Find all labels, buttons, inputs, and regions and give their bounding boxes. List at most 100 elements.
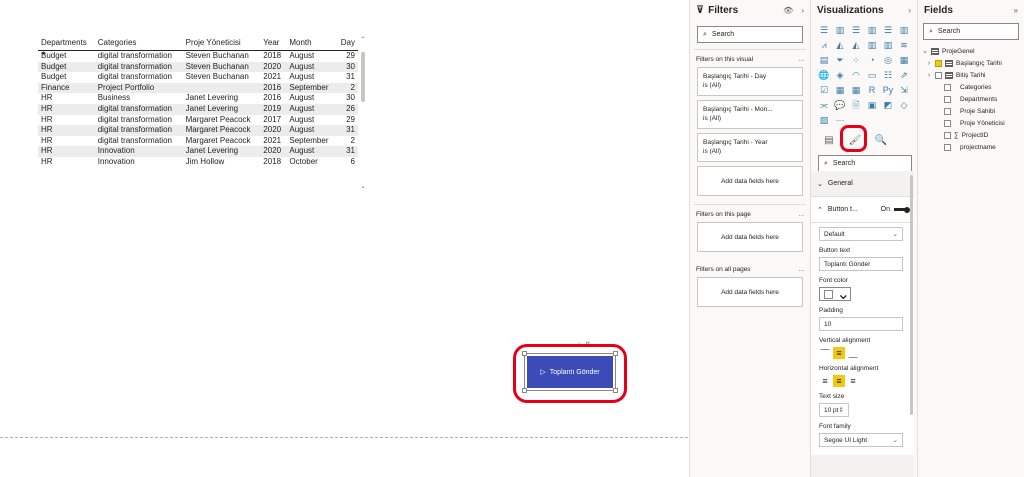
- field-checkbox[interactable]: [944, 95, 951, 103]
- filled-map-icon[interactable]: ◈: [833, 69, 847, 82]
- scroll-up-icon[interactable]: ⌃: [358, 36, 368, 44]
- stacked-column-chart-icon[interactable]: ▥: [833, 24, 847, 37]
- field-item[interactable]: ∑ ProjectID: [922, 129, 1020, 141]
- format-pane-scrollbar[interactable]: [910, 175, 913, 415]
- padding-input[interactable]: 10: [819, 317, 903, 331]
- power-apps-icon[interactable]: ◩: [881, 99, 895, 112]
- table-node[interactable]: ⌄ ProjeGenel: [922, 45, 1020, 57]
- table-row[interactable]: Budget digital transformation Steven Bucha…: [38, 61, 358, 73]
- align-middle-icon[interactable]: ≡: [833, 347, 845, 359]
- fields-search-input[interactable]: ⌕ Search: [923, 23, 1019, 40]
- treemap-icon[interactable]: ▦: [897, 54, 911, 67]
- state-dropdown[interactable]: Default ⌄: [819, 227, 903, 241]
- table-row[interactable]: HR digital transformation Janet Levering 20…: [38, 103, 358, 115]
- map-icon[interactable]: 🌐: [817, 69, 831, 82]
- gauge-icon[interactable]: ◠: [849, 69, 863, 82]
- collapse-fields-icon[interactable]: »: [1014, 6, 1018, 15]
- table-row[interactable]: HR Business Janet Levering 2016 August 30: [38, 93, 358, 104]
- table-row[interactable]: Budget digital transformation Steven Bucha…: [38, 51, 358, 62]
- multi-row-card-icon[interactable]: ☷: [881, 69, 895, 82]
- custom-visual-icon[interactable]: ▨: [817, 114, 831, 127]
- button-text-card-header[interactable]: ⌃ Button t... On: [811, 197, 914, 223]
- field-checkbox[interactable]: [935, 71, 942, 79]
- line-stacked-column-chart-icon[interactable]: ▥: [881, 39, 895, 52]
- waterfall-chart-icon[interactable]: ▤: [817, 54, 831, 67]
- add-page-fields-dropzone[interactable]: Add data fields here: [697, 222, 803, 252]
- align-top-icon[interactable]: ⎺: [819, 347, 831, 359]
- column-header[interactable]: Day: [335, 36, 358, 51]
- table-row[interactable]: Finance Project Portfolio 2016 September 2: [38, 82, 358, 94]
- smart-narrative-icon[interactable]: 🗎: [849, 99, 863, 112]
- filter-card[interactable]: Başlangıç Tarihi - Mon... is (All): [697, 100, 803, 129]
- report-canvas[interactable]: Departments ▲ Categories Proje Yöneticisi Ye…: [0, 0, 688, 477]
- resize-handle[interactable]: [522, 388, 527, 393]
- field-checkbox[interactable]: [944, 119, 951, 127]
- collapse-filters-icon[interactable]: ›: [801, 6, 804, 15]
- column-header[interactable]: Departments ▲: [38, 36, 95, 56]
- field-checkbox[interactable]: [944, 107, 951, 115]
- field-item[interactable]: › Başlangıç Tarihi: [922, 57, 1020, 69]
- button-visual[interactable]: ▷ Toplantı Gönder: [522, 351, 618, 393]
- stepper-arrows-icon[interactable]: ⇕: [839, 406, 844, 414]
- stacked-bar-chart-icon[interactable]: ☰: [817, 24, 831, 37]
- table-scrollbar[interactable]: ⌃ ⌄: [358, 36, 368, 191]
- area-chart-icon[interactable]: ◭: [833, 39, 847, 52]
- matrix-icon[interactable]: ▦: [849, 84, 863, 97]
- text-size-stepper[interactable]: 10 pt ⇕: [819, 403, 849, 417]
- line-chart-icon[interactable]: ⩘: [817, 39, 831, 52]
- column-header[interactable]: Month: [286, 36, 336, 51]
- donut-chart-icon[interactable]: ◎: [881, 54, 895, 67]
- scroll-thumb[interactable]: [361, 52, 365, 102]
- add-visual-fields-dropzone[interactable]: Add data fields here: [697, 166, 803, 196]
- chevron-right-icon[interactable]: ›: [926, 60, 932, 67]
- qa-icon[interactable]: 💬: [833, 99, 847, 112]
- table-row[interactable]: HR Innovation Janet Levering 2020 August 31: [38, 146, 358, 157]
- 100-stacked-column-chart-icon[interactable]: ▥: [897, 24, 911, 37]
- scroll-down-icon[interactable]: ⌄: [358, 183, 368, 191]
- resize-handle[interactable]: [613, 351, 618, 356]
- python-visual-icon[interactable]: Py: [881, 84, 895, 97]
- collapse-visualizations-icon[interactable]: ›: [908, 6, 911, 15]
- table-visual[interactable]: Departments ▲ Categories Proje Yöneticisi Ye…: [38, 36, 368, 202]
- filters-search-input[interactable]: ⌕ Search: [697, 26, 803, 43]
- more-options-icon[interactable]: ...: [799, 266, 804, 273]
- table-row[interactable]: HR digital transformation Margaret Peacock…: [38, 125, 358, 136]
- table-row[interactable]: HR digital transformation Margaret Peacock…: [38, 136, 358, 147]
- more-options-icon[interactable]: ...: [799, 211, 804, 218]
- field-checkbox[interactable]: [944, 83, 951, 91]
- stacked-area-chart-icon[interactable]: ◭: [849, 39, 863, 52]
- filter-card[interactable]: Başlangıç Tarihi - Year is (All): [697, 133, 803, 162]
- align-right-icon[interactable]: ≡: [847, 375, 859, 387]
- field-item[interactable]: Proje Yöneticisi: [922, 117, 1020, 129]
- field-item[interactable]: projectname: [922, 141, 1020, 153]
- align-center-icon[interactable]: ≡: [833, 375, 845, 387]
- resize-handle[interactable]: [613, 388, 618, 393]
- field-checkbox[interactable]: [944, 143, 951, 151]
- clustered-bar-chart-icon[interactable]: ☰: [849, 24, 863, 37]
- field-checkbox[interactable]: [935, 59, 942, 67]
- font-family-dropdown[interactable]: Segoe UI Light ⌄: [819, 433, 903, 447]
- fields-well-tab-icon[interactable]: ▤: [821, 133, 837, 149]
- field-item[interactable]: Proje Sahibi: [922, 105, 1020, 117]
- general-card-header[interactable]: ⌄ General: [811, 171, 914, 197]
- button-text-input[interactable]: Toplantı Gönder: [819, 257, 903, 271]
- kpi-icon[interactable]: ⇗: [897, 69, 911, 82]
- 100-stacked-bar-chart-icon[interactable]: ☰: [881, 24, 895, 37]
- analytics-magnifier-icon[interactable]: 🔍: [873, 133, 889, 149]
- format-search-input[interactable]: ⌕ Search: [818, 155, 912, 172]
- chevron-right-icon[interactable]: ›: [926, 72, 932, 79]
- ribbon-chart-icon[interactable]: ≋: [897, 39, 911, 52]
- column-header[interactable]: Categories: [94, 36, 183, 51]
- r-visual-icon[interactable]: R: [865, 84, 879, 97]
- decomposition-tree-icon[interactable]: ⫘: [817, 99, 831, 112]
- font-color-picker[interactable]: ⌄: [819, 286, 851, 303]
- toggle-track[interactable]: [894, 206, 910, 213]
- scatter-chart-icon[interactable]: ⁘: [849, 54, 863, 67]
- table-row[interactable]: HR Innovation Jim Hollow 2018 October 6: [38, 157, 358, 168]
- filter-card[interactable]: Başlangıç Tarihi - Day is (All): [697, 67, 803, 96]
- field-item[interactable]: Categories: [922, 81, 1020, 93]
- card-icon[interactable]: ▭: [865, 69, 879, 82]
- power-automate-icon[interactable]: ◇: [897, 99, 911, 112]
- button-text-toggle[interactable]: On: [881, 206, 910, 213]
- column-header[interactable]: Proje Yöneticisi: [182, 36, 261, 51]
